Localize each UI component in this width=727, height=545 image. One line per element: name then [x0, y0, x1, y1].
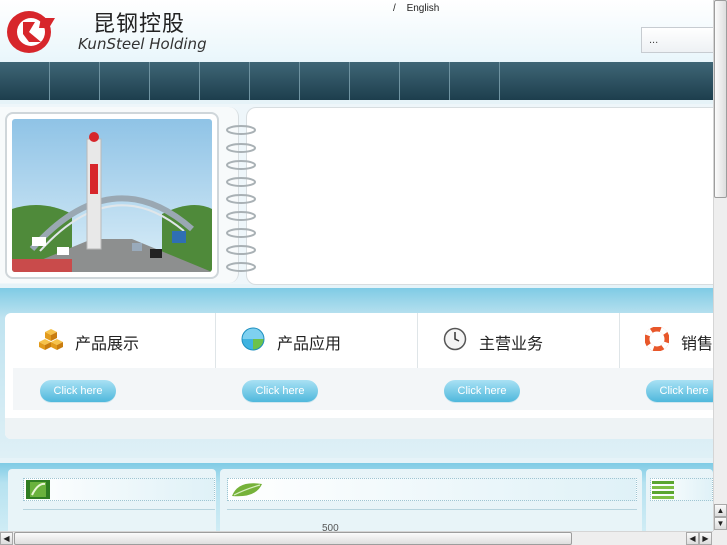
feature-product-application: 产品应用 Click here [215, 313, 418, 410]
city-gate-photo [12, 119, 212, 272]
feature-main-business: 主营业务 Click here [417, 313, 620, 410]
feature-title: 主营业务 [479, 334, 544, 353]
scroll-up-icon[interactable]: ▲ [714, 504, 727, 517]
top-links-separator: / [393, 3, 396, 14]
features-card: 产品展示 Click here 产品应用 Click here 主营业务 Cli… [5, 313, 713, 439]
page-viewport: 昆钢控股 KunSteel Holding / English ... 产品展示… [0, 0, 713, 531]
search-input[interactable]: ... [641, 27, 713, 53]
nav-item-4[interactable] [150, 62, 200, 100]
banner-notebook [0, 104, 713, 285]
clock-icon [443, 327, 467, 351]
click-here-button[interactable]: Click here [40, 380, 116, 402]
feature-sales: 销售 Click here [619, 313, 713, 410]
nav-item-3[interactable] [100, 62, 150, 100]
stripes-icon [652, 481, 674, 499]
nav-item-5[interactable] [200, 62, 250, 100]
horizontal-scrollbar[interactable]: ◀ ◀ ▶ [0, 531, 713, 545]
scrollbar-corner [713, 531, 727, 545]
main-nav [0, 62, 713, 100]
feature-title: 销售 [681, 334, 713, 353]
leaf-icon [232, 483, 262, 497]
feature-title: 产品应用 [277, 334, 342, 353]
lifebuoy-icon [645, 327, 669, 351]
lower-panel-1-header [23, 478, 215, 501]
nav-item-8[interactable] [350, 62, 400, 100]
scroll-right-icon[interactable]: ▶ [699, 532, 712, 545]
scroll-left-icon[interactable]: ◀ [686, 532, 699, 545]
lower-panel-3-header [650, 478, 713, 501]
nav-item-1[interactable] [0, 62, 50, 100]
nav-item-10[interactable] [450, 62, 500, 100]
click-here-button[interactable]: Click here [242, 380, 318, 402]
english-link[interactable]: English [407, 3, 440, 14]
click-here-button[interactable]: Click here [444, 380, 520, 402]
brand-name-cn: 昆钢控股 [93, 12, 186, 37]
feature-product-display: 产品展示 Click here [13, 313, 216, 410]
nav-item-11[interactable] [500, 62, 663, 100]
site-header: 昆钢控股 KunSteel Holding / English ... [0, 0, 713, 62]
nav-item-6[interactable] [250, 62, 300, 100]
brand-name-en: KunSteel Holding [78, 35, 207, 53]
vertical-scroll-thumb[interactable] [714, 0, 727, 198]
film-icon [26, 480, 50, 499]
notebook-rings [226, 125, 256, 272]
notebook-right-page [246, 107, 713, 285]
lower-panel-2-header [227, 478, 637, 501]
nav-item-2[interactable] [50, 62, 100, 100]
banner-photo-frame [5, 112, 219, 279]
features-band: 产品展示 Click here 产品应用 Click here 主营业务 Cli… [0, 288, 713, 458]
scroll-down-icon[interactable]: ▼ [714, 517, 727, 530]
click-here-button[interactable]: Click here [646, 380, 713, 402]
scroll-left-icon[interactable]: ◀ [0, 532, 13, 545]
nav-item-7[interactable] [300, 62, 350, 100]
globe-icon [241, 327, 265, 351]
feature-title: 产品展示 [75, 334, 140, 353]
lower-panel-text: 500 [322, 523, 339, 531]
kunsteel-logo-icon[interactable] [5, 8, 57, 56]
top-links: / English [393, 3, 439, 14]
lower-panels: 500 [0, 463, 713, 531]
cubes-icon [39, 329, 63, 350]
horizontal-scroll-thumb[interactable] [14, 532, 572, 545]
vertical-scrollbar[interactable]: ▲ ▼ [713, 0, 727, 531]
nav-item-9[interactable] [400, 62, 450, 100]
